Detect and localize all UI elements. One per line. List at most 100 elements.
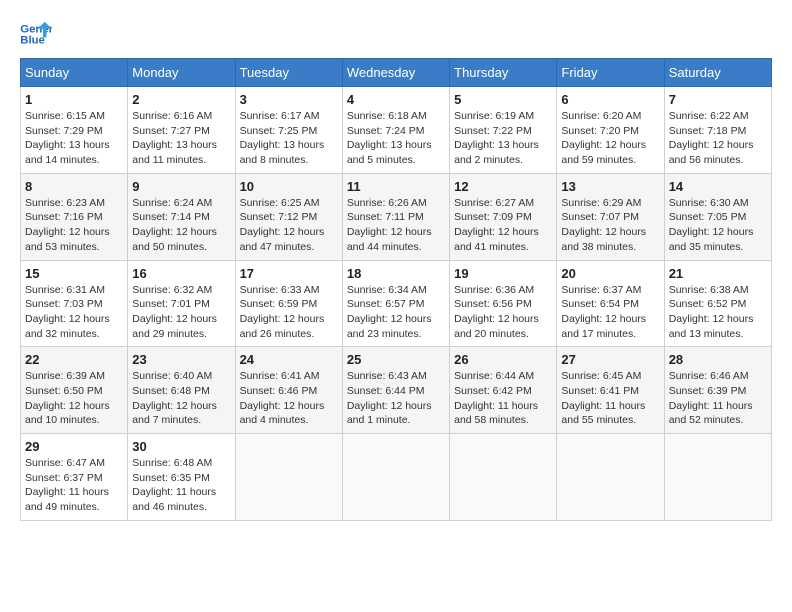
day-info: Sunrise: 6:29 AM Sunset: 7:07 PM Dayligh… — [561, 196, 659, 255]
day-info: Sunrise: 6:43 AM Sunset: 6:44 PM Dayligh… — [347, 369, 445, 428]
day-cell: 18 Sunrise: 6:34 AM Sunset: 6:57 PM Dayli… — [342, 260, 449, 347]
logo-icon: General Blue — [20, 20, 52, 48]
day-cell: 26 Sunrise: 6:44 AM Sunset: 6:42 PM Dayli… — [450, 347, 557, 434]
day-cell — [664, 434, 771, 521]
day-number: 14 — [669, 179, 767, 194]
day-cell: 7 Sunrise: 6:22 AM Sunset: 7:18 PM Daylig… — [664, 87, 771, 174]
day-cell: 15 Sunrise: 6:31 AM Sunset: 7:03 PM Dayli… — [21, 260, 128, 347]
day-cell: 10 Sunrise: 6:25 AM Sunset: 7:12 PM Dayli… — [235, 173, 342, 260]
day-number: 15 — [25, 266, 123, 281]
day-info: Sunrise: 6:25 AM Sunset: 7:12 PM Dayligh… — [240, 196, 338, 255]
day-info: Sunrise: 6:27 AM Sunset: 7:09 PM Dayligh… — [454, 196, 552, 255]
calendar: SundayMondayTuesdayWednesdayThursdayFrid… — [20, 58, 772, 521]
day-info: Sunrise: 6:47 AM Sunset: 6:37 PM Dayligh… — [25, 456, 123, 515]
day-cell: 29 Sunrise: 6:47 AM Sunset: 6:37 PM Dayli… — [21, 434, 128, 521]
day-cell: 1 Sunrise: 6:15 AM Sunset: 7:29 PM Daylig… — [21, 87, 128, 174]
day-cell: 2 Sunrise: 6:16 AM Sunset: 7:27 PM Daylig… — [128, 87, 235, 174]
day-info: Sunrise: 6:46 AM Sunset: 6:39 PM Dayligh… — [669, 369, 767, 428]
day-cell: 11 Sunrise: 6:26 AM Sunset: 7:11 PM Dayli… — [342, 173, 449, 260]
day-number: 30 — [132, 439, 230, 454]
day-number: 6 — [561, 92, 659, 107]
day-number: 24 — [240, 352, 338, 367]
day-info: Sunrise: 6:33 AM Sunset: 6:59 PM Dayligh… — [240, 283, 338, 342]
week-row-2: 8 Sunrise: 6:23 AM Sunset: 7:16 PM Daylig… — [21, 173, 772, 260]
day-cell: 13 Sunrise: 6:29 AM Sunset: 7:07 PM Dayli… — [557, 173, 664, 260]
day-cell: 22 Sunrise: 6:39 AM Sunset: 6:50 PM Dayli… — [21, 347, 128, 434]
day-number: 8 — [25, 179, 123, 194]
day-info: Sunrise: 6:31 AM Sunset: 7:03 PM Dayligh… — [25, 283, 123, 342]
day-cell: 23 Sunrise: 6:40 AM Sunset: 6:48 PM Dayli… — [128, 347, 235, 434]
day-cell: 17 Sunrise: 6:33 AM Sunset: 6:59 PM Dayli… — [235, 260, 342, 347]
page-header: General Blue — [20, 20, 772, 48]
day-number: 25 — [347, 352, 445, 367]
day-number: 27 — [561, 352, 659, 367]
day-number: 23 — [132, 352, 230, 367]
day-number: 18 — [347, 266, 445, 281]
day-number: 3 — [240, 92, 338, 107]
day-cell: 6 Sunrise: 6:20 AM Sunset: 7:20 PM Daylig… — [557, 87, 664, 174]
day-number: 28 — [669, 352, 767, 367]
day-info: Sunrise: 6:41 AM Sunset: 6:46 PM Dayligh… — [240, 369, 338, 428]
day-cell: 21 Sunrise: 6:38 AM Sunset: 6:52 PM Dayli… — [664, 260, 771, 347]
day-info: Sunrise: 6:18 AM Sunset: 7:24 PM Dayligh… — [347, 109, 445, 168]
day-info: Sunrise: 6:44 AM Sunset: 6:42 PM Dayligh… — [454, 369, 552, 428]
week-row-4: 22 Sunrise: 6:39 AM Sunset: 6:50 PM Dayli… — [21, 347, 772, 434]
day-cell: 28 Sunrise: 6:46 AM Sunset: 6:39 PM Dayli… — [664, 347, 771, 434]
day-number: 13 — [561, 179, 659, 194]
svg-text:Blue: Blue — [20, 35, 45, 47]
day-cell: 25 Sunrise: 6:43 AM Sunset: 6:44 PM Dayli… — [342, 347, 449, 434]
day-info: Sunrise: 6:39 AM Sunset: 6:50 PM Dayligh… — [25, 369, 123, 428]
weekday-tuesday: Tuesday — [235, 59, 342, 87]
day-info: Sunrise: 6:17 AM Sunset: 7:25 PM Dayligh… — [240, 109, 338, 168]
day-cell — [450, 434, 557, 521]
weekday-thursday: Thursday — [450, 59, 557, 87]
day-cell — [557, 434, 664, 521]
day-number: 22 — [25, 352, 123, 367]
day-cell: 5Sunrise: 6:19 AM Sunset: 7:22 PM Daylig… — [450, 87, 557, 174]
week-row-5: 29 Sunrise: 6:47 AM Sunset: 6:37 PM Dayli… — [21, 434, 772, 521]
day-number: 21 — [669, 266, 767, 281]
day-info: Sunrise: 6:45 AM Sunset: 6:41 PM Dayligh… — [561, 369, 659, 428]
day-info: Sunrise: 6:24 AM Sunset: 7:14 PM Dayligh… — [132, 196, 230, 255]
day-cell: 3 Sunrise: 6:17 AM Sunset: 7:25 PM Daylig… — [235, 87, 342, 174]
day-cell — [235, 434, 342, 521]
weekday-wednesday: Wednesday — [342, 59, 449, 87]
day-info: Sunrise: 6:38 AM Sunset: 6:52 PM Dayligh… — [669, 283, 767, 342]
day-info: Sunrise: 6:23 AM Sunset: 7:16 PM Dayligh… — [25, 196, 123, 255]
day-info: Sunrise: 6:40 AM Sunset: 6:48 PM Dayligh… — [132, 369, 230, 428]
weekday-header-row: SundayMondayTuesdayWednesdayThursdayFrid… — [21, 59, 772, 87]
day-info: Sunrise: 6:34 AM Sunset: 6:57 PM Dayligh… — [347, 283, 445, 342]
day-number: 11 — [347, 179, 445, 194]
day-number: 1 — [25, 92, 123, 107]
day-info: Sunrise: 6:22 AM Sunset: 7:18 PM Dayligh… — [669, 109, 767, 168]
day-cell — [342, 434, 449, 521]
day-info: Sunrise: 6:32 AM Sunset: 7:01 PM Dayligh… — [132, 283, 230, 342]
day-number: 19 — [454, 266, 552, 281]
day-cell: 14Sunrise: 6:30 AM Sunset: 7:05 PM Dayli… — [664, 173, 771, 260]
day-info: Sunrise: 6:48 AM Sunset: 6:35 PM Dayligh… — [132, 456, 230, 515]
day-number: 29 — [25, 439, 123, 454]
day-number: 10 — [240, 179, 338, 194]
day-cell: 30 Sunrise: 6:48 AM Sunset: 6:35 PM Dayli… — [128, 434, 235, 521]
day-number: 9 — [132, 179, 230, 194]
day-number: 12 — [454, 179, 552, 194]
day-info: Sunrise: 6:15 AM Sunset: 7:29 PM Dayligh… — [25, 109, 123, 168]
day-number: 5 — [454, 92, 552, 107]
day-cell: 9 Sunrise: 6:24 AM Sunset: 7:14 PM Daylig… — [128, 173, 235, 260]
day-cell: 16Sunrise: 6:32 AM Sunset: 7:01 PM Dayli… — [128, 260, 235, 347]
day-number: 4 — [347, 92, 445, 107]
day-number: 2 — [132, 92, 230, 107]
day-number: 26 — [454, 352, 552, 367]
day-info: Sunrise: 6:26 AM Sunset: 7:11 PM Dayligh… — [347, 196, 445, 255]
day-number: 20 — [561, 266, 659, 281]
week-row-3: 15 Sunrise: 6:31 AM Sunset: 7:03 PM Dayli… — [21, 260, 772, 347]
day-cell: 12 Sunrise: 6:27 AM Sunset: 7:09 PM Dayli… — [450, 173, 557, 260]
weekday-saturday: Saturday — [664, 59, 771, 87]
day-cell: 20Sunrise: 6:37 AM Sunset: 6:54 PM Dayli… — [557, 260, 664, 347]
day-info: Sunrise: 6:16 AM Sunset: 7:27 PM Dayligh… — [132, 109, 230, 168]
day-number: 17 — [240, 266, 338, 281]
day-number: 7 — [669, 92, 767, 107]
week-row-1: 1 Sunrise: 6:15 AM Sunset: 7:29 PM Daylig… — [21, 87, 772, 174]
day-cell: 4 Sunrise: 6:18 AM Sunset: 7:24 PM Daylig… — [342, 87, 449, 174]
day-info: Sunrise: 6:20 AM Sunset: 7:20 PM Dayligh… — [561, 109, 659, 168]
